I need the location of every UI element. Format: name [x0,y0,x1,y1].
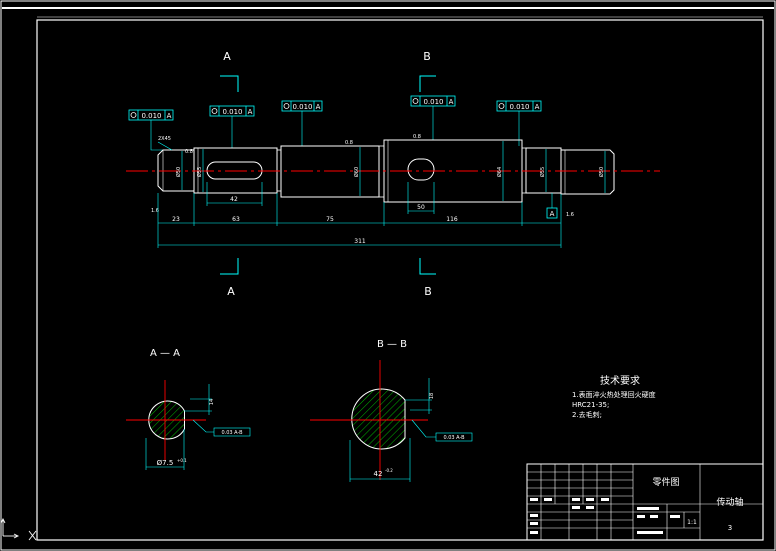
datum-a-label: A [550,210,555,218]
section-aa-diameter-tol: +0.1 [177,458,187,463]
tolerance-datum-3: A [316,103,321,111]
tolerance-datum-1: A [167,112,172,120]
cad-viewport[interactable]: A B A B 0.010 A 0.010 A 0.010 A 0.010 A … [0,0,776,551]
notes-line-1: 1.表面淬火热处理回火硬度 [572,390,656,399]
svg-text:Ø64: Ø64 [496,167,503,177]
section-aa-diameter: Ø7.5 [157,459,174,467]
tolerance-value-3: 0.010 [292,103,312,111]
section-letter-b-bottom: B [424,285,432,298]
section-aa-view: Ø7.5 +0.1 0.03 A-B 14 [126,380,251,470]
svg-text:Ø50: Ø50 [598,167,605,177]
tolerance-datum-2: A [248,108,253,116]
tolerance-frame-3: 0.010 A [281,100,323,112]
svg-text:Ø55: Ø55 [196,167,203,177]
title-block: 零件图 传动轴 1:1 3 [526,463,764,541]
roughness-marks: 0.8 0.8 0.8 1.6 1.6 [151,134,574,218]
technical-requirements: 技术要求 1.表面淬火热处理回火硬度 HRC21-35; 2.去毛刺; [572,374,656,419]
keyway-2 [407,158,435,181]
svg-text:Ø50: Ø50 [175,167,182,177]
shaft-segment-6 [560,149,615,195]
tolerance-datum-5: A [535,103,540,111]
section-bb-view: 42 -0.2 0.03 A-B 18 [310,360,473,482]
sheet-top-strip [2,7,774,9]
cut-arrow-a-bottom [220,258,239,275]
datum-a: A [546,193,558,219]
dim-seg-1: 23 [172,216,180,223]
tolerance-frame-2: 0.010 A [209,105,255,117]
section-bb-flatness: 0.03 A-B [443,435,465,441]
part-name: 传动轴 [716,496,743,508]
svg-text:0.8: 0.8 [185,149,193,155]
dim-seg-3: 75 [326,216,334,223]
chamfer-label: 2X45 [158,136,171,142]
section-marker-a-bottom: A [220,258,239,298]
svg-text:Ø60: Ø60 [353,167,360,177]
section-aa-title: A — A [150,348,180,359]
tolerance-frame-5: 0.010 A [496,100,542,112]
chamfer-leader [157,141,173,151]
drawing-type: 零件图 [652,476,679,488]
tolerance-frame-4: 0.010 A [410,95,456,107]
ucs-axis-icon [0,517,37,541]
tolerance-frame-1: 0.010 A [128,109,174,121]
svg-text:18: 18 [429,393,435,399]
section-marker-a-top: A [220,50,239,92]
tolerance-value-1: 0.010 [141,112,161,120]
tolerance-value-4: 0.010 [423,98,443,106]
circular-runout-icon [211,108,218,114]
tolerance-value-5: 0.010 [509,103,529,111]
cut-arrow-b-top [419,75,436,92]
svg-text:14: 14 [209,399,215,405]
section-marker-b-bottom: B [419,258,436,298]
circular-runout-icon [283,103,290,109]
scale: 1:1 [687,519,697,526]
notes-line-2: 2.去毛刺; [572,410,602,419]
dim-keyway-1: 42 [230,196,238,203]
dim-keyway-2: 50 [417,204,425,211]
section-letter-a-top: A [223,50,231,63]
cut-arrow-a-top [220,75,239,92]
svg-text:0.8: 0.8 [413,134,421,140]
notes-title: 技术要求 [600,374,640,387]
section-aa-flatness: 0.03 A-B [221,430,243,436]
dim-total-length: 311 [354,238,366,245]
svg-text:Ø55: Ø55 [539,167,546,177]
circular-runout-icon [412,98,419,104]
tolerance-value-2: 0.010 [222,108,242,116]
dim-seg-2: 63 [232,216,240,223]
tolerance-datum-4: A [449,98,454,106]
diameter-dimension-labels: Ø50 Ø55 Ø60 Ø64 Ø55 Ø50 [175,167,605,177]
svg-text:0.8: 0.8 [345,140,353,146]
section-bb-diameter: 42 [374,470,383,478]
dim-seg-4: 116 [446,216,458,223]
tolerance-leaders [150,106,520,151]
section-marker-b-top: B [419,50,436,92]
section-letter-a-bottom: A [227,285,235,298]
title-block-text-placeholders [530,498,680,534]
notes-line-1b: HRC21-35; [572,401,609,409]
section-bb-title: B — B [377,339,407,350]
svg-text:1.6: 1.6 [566,212,574,218]
section-bb-diameter-tol: -0.2 [385,468,393,473]
drawing-canvas[interactable]: A B A B 0.010 A 0.010 A 0.010 A 0.010 A … [0,0,776,551]
length-dimension-labels: 23 42 63 75 50 116 311 [172,196,458,245]
section-letter-b-top: B [423,50,431,63]
circular-runout-icon [498,103,505,109]
cut-arrow-b-bottom [419,258,436,275]
quantity: 3 [728,524,732,532]
circular-runout-icon [130,112,137,118]
